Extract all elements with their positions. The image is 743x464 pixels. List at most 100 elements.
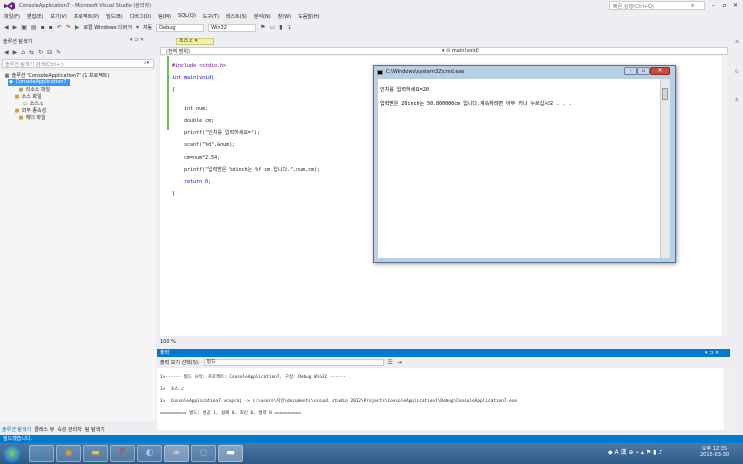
- tree-item-project[interactable]: ◆ ConsoleApplication7: [8, 79, 70, 86]
- debugger-dropdown-icon[interactable]: ▾: [136, 24, 139, 31]
- output-panel-buttons[interactable]: ▾ ⊐ ✕: [705, 349, 719, 357]
- search-icon: ⌕▾: [144, 60, 150, 66]
- zoom-level[interactable]: 100 %: [160, 339, 176, 345]
- scope-dropdown[interactable]: (전역 범위): [166, 48, 190, 55]
- member-dropdown[interactable]: ▾ ⊙ main(void): [442, 48, 479, 54]
- folder-icon: ■: [18, 115, 24, 121]
- back-icon[interactable]: ◀: [4, 49, 9, 56]
- menu-debug[interactable]: 디버그(D): [130, 13, 152, 20]
- debugger-label[interactable]: 로컬 Windows 디버거: [83, 24, 132, 31]
- visual-studio-taskbar-icon[interactable]: ∞: [164, 445, 189, 462]
- code-text[interactable]: #include <stdio.h> int main(void) { int …: [172, 57, 320, 203]
- undo-icon[interactable]: ↶: [57, 24, 62, 31]
- step-icon[interactable]: ↴: [287, 24, 292, 31]
- output-scrollbar[interactable]: [724, 368, 730, 430]
- menu-sql[interactable]: SQL(Q): [178, 13, 196, 19]
- cmd-maximize-button[interactable]: ▫: [637, 67, 650, 75]
- start-debug-icon[interactable]: ▶: [75, 24, 80, 31]
- output-source-label: 출력 보기 선택(S):: [160, 360, 200, 366]
- save-all-icon[interactable]: ▪: [49, 24, 53, 31]
- ime-indicator[interactable]: A 漢: [615, 449, 627, 456]
- chrome-taskbar-icon[interactable]: ◉: [56, 445, 81, 462]
- clock[interactable]: 오후 12:35 2015-03-30: [700, 446, 729, 458]
- app2-taskbar-icon[interactable]: ◌: [191, 445, 216, 462]
- find-icon[interactable]: ⚑: [260, 24, 265, 31]
- tree-item-source-c[interactable]: ▫ 소스.c: [22, 100, 43, 107]
- editor-horizontal-scrollbar[interactable]: [158, 339, 728, 346]
- powerpoint-taskbar-icon[interactable]: P: [110, 445, 135, 462]
- tab-class-view[interactable]: 클래스 뷰: [34, 426, 54, 433]
- tab-property-manager[interactable]: 속성 관리자: [57, 426, 82, 433]
- menu-view[interactable]: 보기(V): [50, 13, 67, 20]
- cmd-console-text[interactable]: 인치를 입력하세요=20 입력받은 20inch는 50.800000cm 입니…: [378, 79, 660, 258]
- cmd-minimize-button[interactable]: –: [624, 67, 637, 75]
- editor-scrollbar[interactable]: [722, 56, 728, 336]
- menu-project[interactable]: 프로젝트(P): [74, 13, 99, 20]
- properties-icon[interactable]: ✎: [56, 49, 61, 56]
- explorer-taskbar-icon[interactable]: ▬: [83, 445, 108, 462]
- tree-item-solution[interactable]: ▦ 솔루션 'ConsoleApplication7' (1 프로젝트): [4, 72, 110, 79]
- tree-item-source-files[interactable]: ■ 소스 파일: [14, 93, 42, 100]
- bookmark-icon[interactable]: ▮: [279, 24, 282, 31]
- menu-team[interactable]: 팀(M): [158, 13, 171, 20]
- folder-icon: ■: [14, 94, 20, 100]
- collapse-icon[interactable]: ⊟: [47, 49, 52, 56]
- comment-icon[interactable]: ▭: [270, 24, 276, 31]
- solution-search-input[interactable]: 솔루션 탐색기 검색(Ctrl+;): [2, 59, 154, 68]
- cmd-scroll-thumb[interactable]: [662, 88, 668, 100]
- panel-pin-close-buttons[interactable]: ▾ ⊐ ✕: [130, 37, 144, 43]
- code-line: scanf("%d",&num);: [172, 142, 236, 149]
- configuration-select[interactable]: Debug: [156, 23, 205, 32]
- cmd-icon: [377, 70, 383, 75]
- word-wrap-icon[interactable]: ⇥: [397, 359, 402, 366]
- app-taskbar-icon[interactable]: ◐: [137, 445, 162, 462]
- close-button[interactable]: ✕: [731, 1, 740, 10]
- forward-icon[interactable]: ▶: [13, 24, 18, 31]
- redo-icon[interactable]: ↷: [66, 24, 71, 31]
- tab-team-explorer[interactable]: 팀 탐색기: [85, 426, 105, 433]
- save-icon[interactable]: ▪: [41, 24, 45, 31]
- cmd-close-button[interactable]: ✕: [650, 67, 670, 75]
- new-project-icon[interactable]: ▣: [21, 24, 27, 31]
- menu-build[interactable]: 빌드(B): [106, 13, 123, 20]
- menu-tools[interactable]: 도구(T): [203, 13, 219, 20]
- back-icon[interactable]: ◀: [4, 24, 9, 31]
- tree-item-resources[interactable]: ■ 리소스 파일: [18, 86, 51, 93]
- code-line: {: [172, 87, 176, 94]
- platform-select[interactable]: Win32: [208, 23, 257, 32]
- menu-edit[interactable]: 편집(E): [27, 13, 43, 20]
- tab-solution-explorer[interactable]: 솔루션 탐색기: [2, 426, 31, 433]
- forward-icon[interactable]: ▶: [13, 49, 18, 56]
- start-button[interactable]: [3, 445, 21, 463]
- tab-close-icon[interactable]: ✕: [194, 38, 198, 44]
- menu-analyze[interactable]: 분석(N): [254, 13, 271, 20]
- output-text[interactable]: 1>------ 빌드 시작: 프로젝트: ConsoleApplication…: [157, 368, 724, 430]
- toolbox-tab[interactable]: 도: [735, 69, 739, 75]
- menu-help[interactable]: 도움말(H): [298, 13, 319, 20]
- clear-output-icon[interactable]: ☰: [388, 359, 393, 366]
- minimize-button[interactable]: –: [709, 1, 718, 10]
- code-line: double cm;: [172, 117, 215, 124]
- document-tab[interactable]: 소스.c ✕: [176, 38, 214, 45]
- server-explorer-tab[interactable]: 서: [735, 39, 739, 45]
- sync-icon[interactable]: ⇆: [29, 49, 34, 56]
- properties-tab[interactable]: 속: [735, 97, 739, 103]
- output-source-select[interactable]: 빌드: [203, 359, 384, 366]
- home-icon[interactable]: ⌂: [21, 49, 25, 56]
- menu-test[interactable]: 테스트(S): [226, 13, 247, 20]
- output-panel-header: 출력: [157, 349, 730, 357]
- open-file-icon[interactable]: ▤: [31, 24, 37, 31]
- menu-window[interactable]: 창(W): [278, 13, 291, 20]
- cmd-taskbar-icon[interactable]: ▬: [218, 445, 243, 462]
- project-icon: ◆: [9, 79, 13, 85]
- ie-taskbar-icon[interactable]: e: [29, 445, 54, 462]
- auto-label[interactable]: 자동: [143, 24, 152, 31]
- maximize-button[interactable]: ▫: [720, 1, 729, 10]
- menu-file[interactable]: 파일(F): [4, 13, 20, 20]
- refresh-icon[interactable]: ↻: [38, 49, 43, 56]
- system-tray[interactable]: ◆ A 漢 ⊕ ⌁ ▴ ⚑ ▮ ♪: [608, 447, 662, 456]
- tree-item-headers[interactable]: ■ 헤더 파일: [18, 114, 46, 121]
- tree-item-external-deps[interactable]: ■ 외부 종속성: [14, 107, 47, 114]
- cmd-scrollbar[interactable]: [660, 79, 670, 258]
- code-line: printf("인치를 입력하세요=");: [172, 130, 260, 137]
